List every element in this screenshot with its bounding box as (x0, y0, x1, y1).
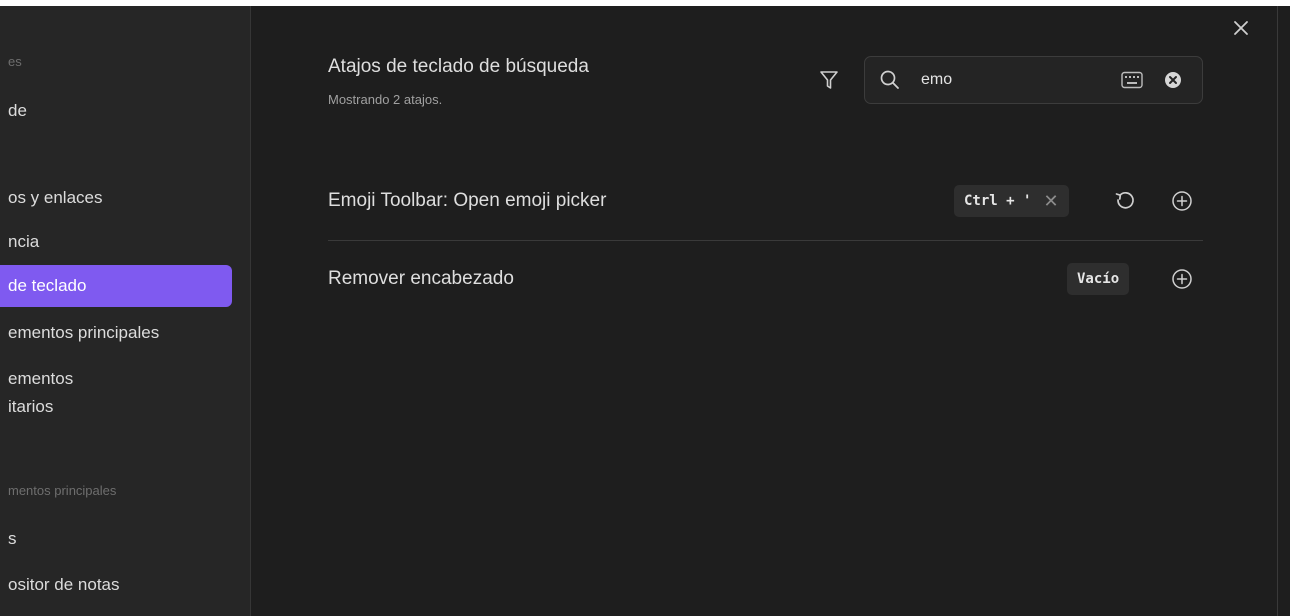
search-icon (880, 70, 899, 89)
search-input[interactable] (921, 69, 1101, 91)
add-icon (1172, 269, 1192, 289)
close-icon (1234, 21, 1248, 35)
hotkey-command-label: Remover encabezado (328, 268, 514, 289)
sidebar-group-label: es (8, 54, 22, 69)
page-title: Atajos de teclado de búsqueda (328, 56, 589, 77)
filter-button[interactable] (814, 65, 844, 95)
sidebar-group-label: mentos principales (8, 483, 117, 498)
settings-sidebar: es de os y enlaces ncia de teclado ement… (0, 6, 251, 616)
add-icon (1172, 191, 1192, 211)
reset-icon (1115, 191, 1134, 209)
sidebar-item-appearance[interactable]: ncia (0, 231, 232, 253)
restore-default-button[interactable] (1112, 188, 1138, 214)
search-box[interactable] (864, 56, 1203, 104)
clear-icon[interactable] (1163, 70, 1183, 90)
sidebar-item-core-plugins[interactable]: ementos principales (0, 322, 232, 344)
hotkey-command-label: Emoji Toolbar: Open emoji picker (328, 190, 607, 211)
hotkey-keys: Ctrl + ' (964, 193, 1032, 209)
sidebar-item[interactable]: de (0, 100, 232, 122)
sidebar-item-community-plugins-line2[interactable]: itarios (0, 396, 232, 418)
page-subtitle: Mostrando 2 atajos. (328, 92, 443, 107)
close-button[interactable] (1229, 16, 1253, 40)
keyboard-icon[interactable] (1121, 71, 1143, 89)
sidebar-item-note-composer[interactable]: ositor de notas (0, 574, 232, 596)
hotkey-chip: Ctrl + ' ✕ (954, 185, 1069, 217)
hotkey-chip-empty: Vacío (1067, 263, 1130, 295)
sidebar-item-hotkeys[interactable]: de teclado (0, 265, 232, 307)
add-hotkey-button[interactable] (1169, 266, 1195, 292)
remove-hotkey-icon[interactable]: ✕ (1043, 191, 1058, 212)
sidebar-item[interactable]: s (0, 528, 232, 550)
sidebar-item-community-plugins[interactable]: ementos (0, 368, 232, 390)
row-divider (328, 240, 1203, 241)
filter-icon (820, 71, 838, 89)
settings-window: es de os y enlaces ncia de teclado ement… (0, 0, 1290, 616)
hotkey-keys: Vacío (1077, 271, 1120, 287)
sidebar-item-files-links[interactable]: os y enlaces (0, 187, 232, 209)
add-hotkey-button[interactable] (1169, 188, 1195, 214)
